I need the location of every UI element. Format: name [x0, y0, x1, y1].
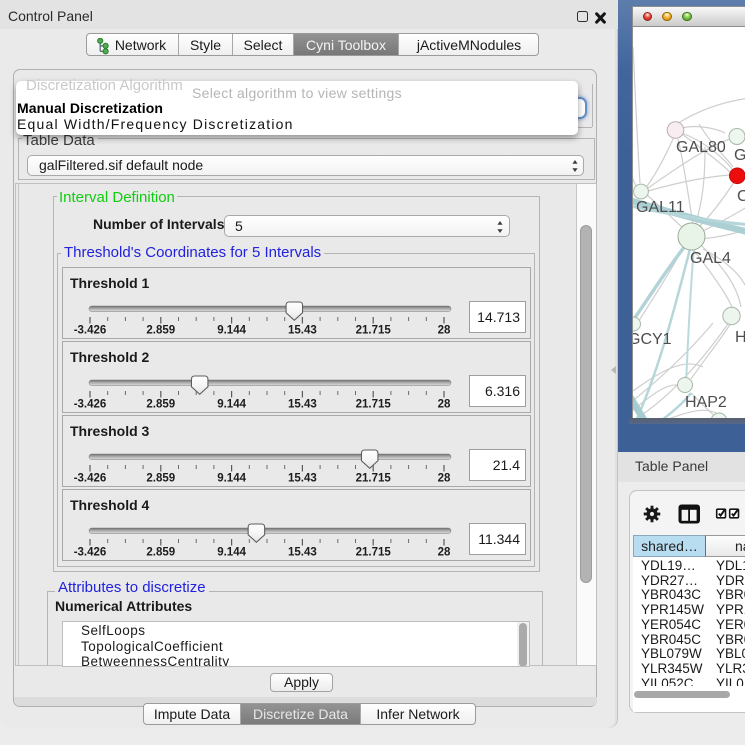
svg-text:GAL11: GAL11 [636, 199, 685, 216]
svg-text:H: H [735, 329, 745, 346]
svg-text:28: 28 [438, 547, 451, 559]
svg-text:21.715: 21.715 [356, 399, 392, 411]
svg-text:21.715: 21.715 [356, 473, 392, 485]
svg-text:GAL4: GAL4 [690, 250, 731, 267]
svg-text:2.859: 2.859 [146, 399, 175, 411]
svg-text:-3.426: -3.426 [74, 473, 107, 485]
svg-text:15.43: 15.43 [288, 325, 317, 337]
svg-text:28: 28 [438, 473, 451, 485]
svg-text:9.144: 9.144 [217, 473, 246, 485]
svg-text:GAL80: GAL80 [676, 139, 726, 156]
svg-text:9.144: 9.144 [217, 399, 246, 411]
svg-text:GCY1: GCY1 [633, 331, 672, 348]
svg-text:-3.426: -3.426 [74, 547, 107, 559]
svg-text:28: 28 [438, 325, 451, 337]
svg-text:C: C [737, 188, 745, 205]
svg-text:GA: GA [734, 147, 745, 164]
svg-text:-3.426: -3.426 [74, 325, 107, 337]
svg-text:2.859: 2.859 [146, 325, 175, 337]
svg-text:2.859: 2.859 [146, 547, 175, 559]
svg-text:28: 28 [438, 399, 451, 411]
svg-text:9.144: 9.144 [217, 547, 246, 559]
svg-text:2.859: 2.859 [146, 473, 175, 485]
svg-text:-3.426: -3.426 [74, 399, 107, 411]
svg-text:15.43: 15.43 [288, 473, 317, 485]
svg-text:9.144: 9.144 [217, 325, 246, 337]
svg-text:21.715: 21.715 [356, 325, 392, 337]
svg-text:15.43: 15.43 [288, 399, 317, 411]
svg-text:21.715: 21.715 [356, 547, 392, 559]
svg-text:15.43: 15.43 [288, 547, 317, 559]
svg-text:HAP2: HAP2 [685, 394, 727, 411]
